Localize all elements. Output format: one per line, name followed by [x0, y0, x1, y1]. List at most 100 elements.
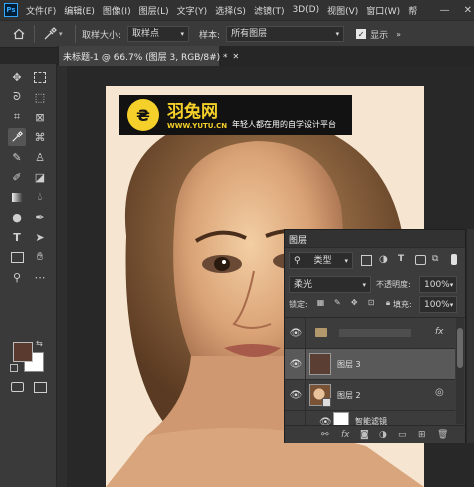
add-mask-icon[interactable]: ◙	[360, 430, 369, 440]
more-tools-icon[interactable]: ⋯	[31, 268, 49, 286]
layer-filter-value: 类型	[313, 255, 332, 266]
menu-view[interactable]: 视图(V)	[327, 4, 358, 17]
eye-icon[interactable]: 👁︎	[290, 327, 303, 339]
fx-badge: fx	[435, 327, 444, 337]
folder-icon	[315, 328, 327, 337]
blend-mode-select[interactable]: 柔光 ▾	[289, 276, 371, 293]
marquee-tool-icon[interactable]	[31, 68, 49, 86]
lock-position-icon[interactable]: ✥	[350, 298, 359, 307]
menu-help[interactable]: 帮	[408, 4, 417, 17]
panel-scrollbar[interactable]	[467, 229, 474, 443]
menu-bar: Ps 文件(F) 编辑(E) 图像(I) 图层(L) 文字(Y) 选择(S) 滤…	[0, 0, 474, 20]
crop-tool-icon[interactable]: ⌗	[8, 108, 26, 126]
layer-row-layer3[interactable]: 👁︎ 图层 3	[285, 349, 455, 380]
zoom-tool-icon[interactable]: ⚲	[8, 268, 26, 286]
lock-transparent-icon[interactable]: ▦	[316, 298, 325, 307]
lock-pixels-icon[interactable]: ✎	[333, 298, 342, 307]
close-button[interactable]: ✕	[464, 5, 472, 16]
menu-3d[interactable]: 3D(D)	[292, 5, 319, 15]
show-ring-checkbox[interactable]: ✓	[356, 29, 367, 39]
filter-type-icon[interactable]: T	[398, 254, 404, 264]
eye-icon[interactable]: 👁︎	[290, 389, 303, 401]
layers-scrollbar[interactable]	[456, 318, 464, 424]
layer-name-blurred	[339, 329, 411, 337]
add-style-icon[interactable]: fx	[341, 430, 350, 440]
minimize-button[interactable]: —	[440, 5, 450, 16]
sample-size-select[interactable]: 取样点 ▾	[127, 26, 190, 42]
link-layers-icon[interactable]: ⚯	[321, 430, 329, 440]
menu-edit[interactable]: 编辑(E)	[64, 4, 95, 17]
blur-tool-icon[interactable]: 💧︎	[31, 188, 49, 206]
document-tab[interactable]: 未标题-1 @ 66.7% (图层 3, RGB/8#) * ✕	[59, 46, 239, 66]
filter-shape-icon[interactable]	[415, 255, 426, 265]
filter-toggle-icon[interactable]	[451, 254, 457, 265]
menu-window[interactable]: 窗口(W)	[366, 4, 400, 17]
opacity-field[interactable]: 100% ▾	[419, 276, 457, 293]
layers-footer: ⚯ fx ◙ ◑ ▭ ⊞ 🗑︎	[285, 425, 465, 443]
filter-smart-object-icon[interactable]: ⧉	[432, 254, 438, 264]
pen-tool-icon[interactable]: ✒	[31, 208, 49, 226]
screen-mode-icon[interactable]	[31, 378, 49, 396]
lock-artboard-icon[interactable]: ⊡	[367, 298, 376, 307]
default-colors-icon[interactable]	[10, 364, 18, 372]
menu-type[interactable]: 文字(Y)	[177, 4, 208, 17]
sample-select[interactable]: 所有图层 ▾	[226, 26, 345, 42]
eyedropper-tool-icon[interactable]	[8, 128, 26, 146]
new-group-icon[interactable]: ▭	[398, 430, 407, 440]
chevron-down-icon: ▾	[180, 30, 185, 38]
filter-adjustment-icon[interactable]: ◑	[379, 254, 388, 265]
adjustment-layer-icon[interactable]: ◑	[379, 430, 387, 440]
filter-pixel-icon[interactable]	[361, 255, 372, 266]
quick-mask-icon[interactable]	[8, 378, 26, 396]
quick-select-tool-icon[interactable]: ⬚	[31, 88, 49, 106]
home-icon[interactable]	[12, 27, 26, 41]
dodge-tool-icon[interactable]: ●	[8, 208, 26, 226]
rectangle-tool-icon[interactable]	[8, 248, 26, 266]
frame-tool-icon[interactable]: ⊠	[31, 108, 49, 126]
menu-filter[interactable]: 滤镜(T)	[254, 4, 285, 17]
layer-separator	[305, 411, 306, 426]
options-bar: ▾ 取样大小: 取样点 ▾ 样本: 所有图层 ▾ ✓ 显示 »	[0, 20, 474, 48]
layer-filter-select[interactable]: ⚲ 类型 ▾	[289, 252, 353, 269]
eyedropper-preset-icon[interactable]: ▾	[43, 27, 69, 41]
delete-layer-icon[interactable]: 🗑︎	[437, 430, 448, 440]
lasso-tool-icon[interactable]: ᘐ	[8, 88, 26, 106]
foreground-color-swatch[interactable]	[13, 342, 33, 362]
new-layer-icon[interactable]: ⊞	[418, 430, 426, 440]
opacity-label: 不透明度:	[376, 280, 411, 289]
history-brush-tool-icon[interactable]: ✐	[8, 168, 26, 186]
move-tool-icon[interactable]: ✥	[8, 68, 26, 86]
chevron-down-icon: ▾	[344, 256, 348, 265]
lock-controls: ▦ ✎ ✥ ⊡ 🔒︎	[311, 298, 393, 308]
menu-select[interactable]: 选择(S)	[215, 4, 246, 17]
fill-field[interactable]: 100% ▾	[419, 296, 457, 313]
patch-tool-icon[interactable]: ⌘	[31, 128, 49, 146]
menu-image[interactable]: 图像(I)	[103, 4, 131, 17]
gradient-tool-icon[interactable]	[8, 188, 26, 206]
eraser-tool-icon[interactable]: ◪	[31, 168, 49, 186]
layer-row-group[interactable]: 👁︎ fx	[285, 318, 455, 349]
smart-filter-indicator-icon: ◎	[435, 387, 444, 398]
layer3-name[interactable]: 图层 3	[337, 359, 361, 370]
layer-row-layer2[interactable]: 👁︎ 图层 2 ◎	[285, 380, 455, 411]
fill-label: 填充:	[393, 300, 412, 309]
swap-colors-icon[interactable]: ⇆	[36, 339, 43, 348]
search-icon: ⚲	[294, 255, 301, 266]
lock-all-icon[interactable]: 🔒︎	[384, 298, 393, 307]
eye-icon[interactable]: 👁︎	[290, 358, 303, 370]
stamp-tool-icon[interactable]: ♙	[31, 148, 49, 166]
hand-tool-icon[interactable]: ✋︎	[31, 248, 49, 266]
path-select-tool-icon[interactable]: ➤	[31, 228, 49, 246]
type-tool-icon[interactable]: T	[8, 228, 26, 246]
layer-separator	[305, 380, 306, 411]
layer2-name[interactable]: 图层 2	[337, 390, 361, 401]
yutu-banner: ₴ 羽兔网 WWW.YUTU.CN 年轻人都在用的自学设计平台	[119, 95, 352, 135]
menu-layer[interactable]: 图层(L)	[139, 4, 169, 17]
layer-row-smart-filter[interactable]: 👁︎ 智能滤镜	[285, 411, 455, 426]
close-tab-icon[interactable]: ✕	[233, 52, 240, 61]
overflow-icon[interactable]: »	[396, 30, 401, 39]
brush-tool-icon[interactable]: ✎	[8, 148, 26, 166]
layers-panel-title[interactable]: 图层	[289, 233, 307, 246]
smart-object-badge-icon	[322, 398, 331, 407]
menu-file[interactable]: 文件(F)	[26, 4, 56, 17]
